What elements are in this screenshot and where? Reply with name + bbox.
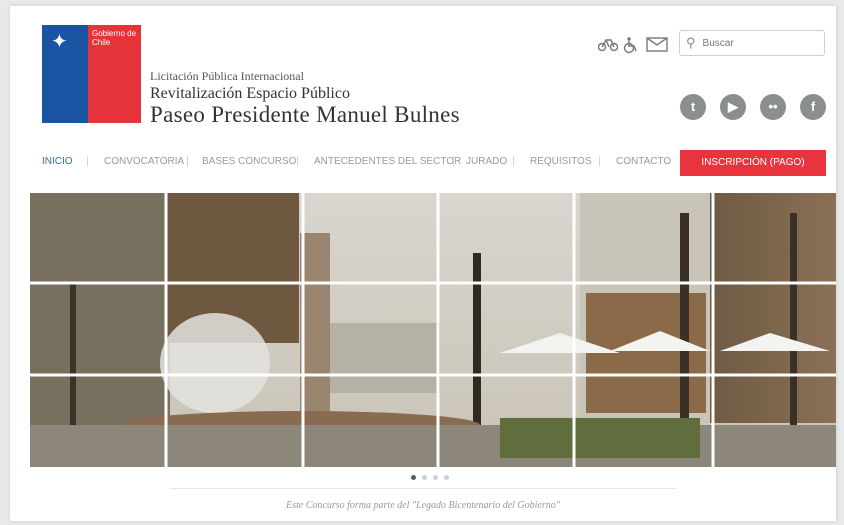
nav-separator: | [186,155,189,167]
hero-slider[interactable] [30,193,836,467]
nav-item-contacto[interactable]: CONTACTO [616,156,671,167]
coat-of-arms-icon: ✦ [51,31,68,53]
divider [170,488,676,489]
title-line-2: Revitalización Espacio Público [150,85,350,102]
search-input[interactable] [700,36,805,50]
inscripcion-button[interactable]: INSCRIPCIÓN (PAGO) [680,150,826,176]
nav-item-bases-concurso[interactable]: BASES CONCURSO [202,156,296,167]
search-box[interactable]: ⚲ [679,30,825,56]
gobierno-de-chile-logo[interactable]: ✦ Gobierno de Chile [42,25,141,123]
slider-dot[interactable] [411,475,416,480]
wheelchair-icon[interactable] [622,36,640,59]
facebook-icon[interactable]: f [800,94,826,120]
page-title: Paseo Presidente Manuel Bulnes [150,102,460,127]
nav-separator: | [598,155,601,167]
slider-dot[interactable] [433,475,438,480]
flickr-icon[interactable]: •• [760,94,786,120]
title-line-1: Licitación Pública Internacional [150,69,304,83]
slider-dot[interactable] [422,475,427,480]
logo-text: Gobierno de Chile [92,29,137,47]
street-photo [30,193,836,467]
nav-item-jurado[interactable]: JURADO [466,156,507,167]
nav-separator: | [452,155,455,167]
nav-item-convocatoria[interactable]: CONVOCATORIA [104,156,184,167]
footer-text: Este Concurso forma parte del "Legado Bi… [286,500,560,511]
slider-dot[interactable] [444,475,449,480]
nav-separator: | [86,155,89,167]
nav-item-antecedentes[interactable]: ANTECEDENTES DEL SECTOR [314,156,461,167]
nav-separator: | [512,155,515,167]
nav-separator: | [296,155,299,167]
youtube-icon[interactable]: ▶ [720,94,746,120]
nav-item-requisitos[interactable]: REQUISITOS [530,156,592,167]
bicycle-icon[interactable] [597,36,619,57]
search-icon[interactable]: ⚲ [686,35,696,51]
twitter-icon[interactable]: t [680,94,706,120]
mail-icon[interactable] [646,36,668,57]
main-nav: INICIO | CONVOCATORIA | BASES CONCURSO |… [10,150,836,176]
page: ✦ Gobierno de Chile Licitación Pública I… [10,6,836,521]
nav-item-inicio[interactable]: INICIO [42,156,73,167]
slider-dots [411,475,449,480]
